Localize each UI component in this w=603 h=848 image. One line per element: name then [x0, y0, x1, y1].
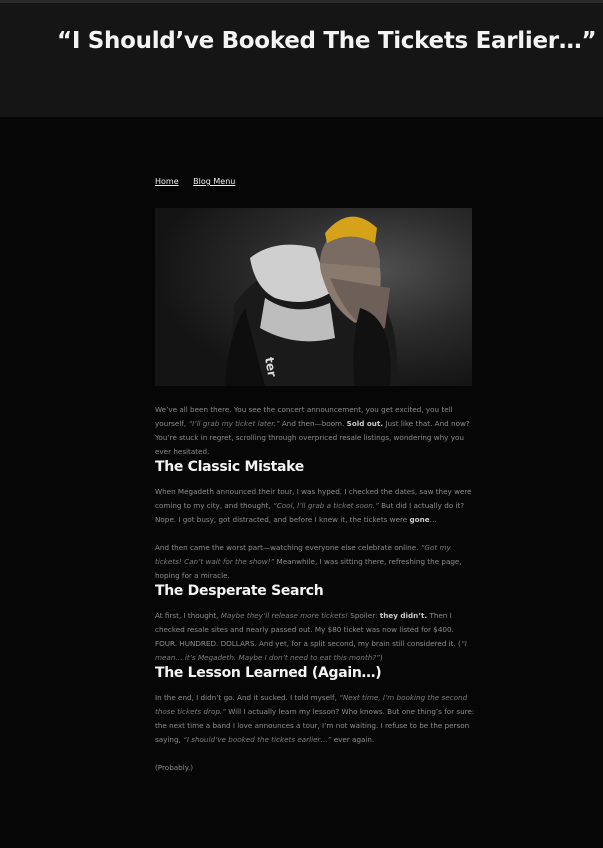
classic-mistake-paragraph-2: And then came the worst part—watching ev…	[155, 543, 462, 580]
section-heading-lesson-learned: The Lesson Learned (Again…)	[155, 665, 382, 681]
person-covering-face-photo: ter	[155, 208, 472, 386]
page-header: “I Should’ve Booked The Tickets Earlier……	[0, 0, 603, 117]
intro-paragraph: We’ve all been there. You see the concer…	[155, 405, 470, 456]
home-link[interactable]: Home	[155, 177, 179, 186]
desperate-search-paragraph: At first, I thought, Maybe they’ll relea…	[155, 611, 467, 662]
lesson-learned-paragraph: In the end, I didn’t go. And it sucked. …	[155, 693, 475, 744]
closing-note: (Probably.)	[155, 763, 194, 772]
blog-menu-link[interactable]: Blog Menu	[193, 177, 235, 186]
breadcrumb-nav: Home Blog Menu	[155, 177, 247, 186]
section-heading-classic-mistake: The Classic Mistake	[155, 459, 304, 475]
hero-image: ter	[155, 208, 472, 386]
page-title: “I Should’ve Booked The Tickets Earlier……	[57, 28, 597, 54]
classic-mistake-paragraph-1: When Megadeth announced their tour, I wa…	[155, 487, 472, 524]
article-body: We’ve all been there. You see the concer…	[155, 403, 475, 775]
section-heading-desperate-search: The Desperate Search	[155, 583, 324, 599]
